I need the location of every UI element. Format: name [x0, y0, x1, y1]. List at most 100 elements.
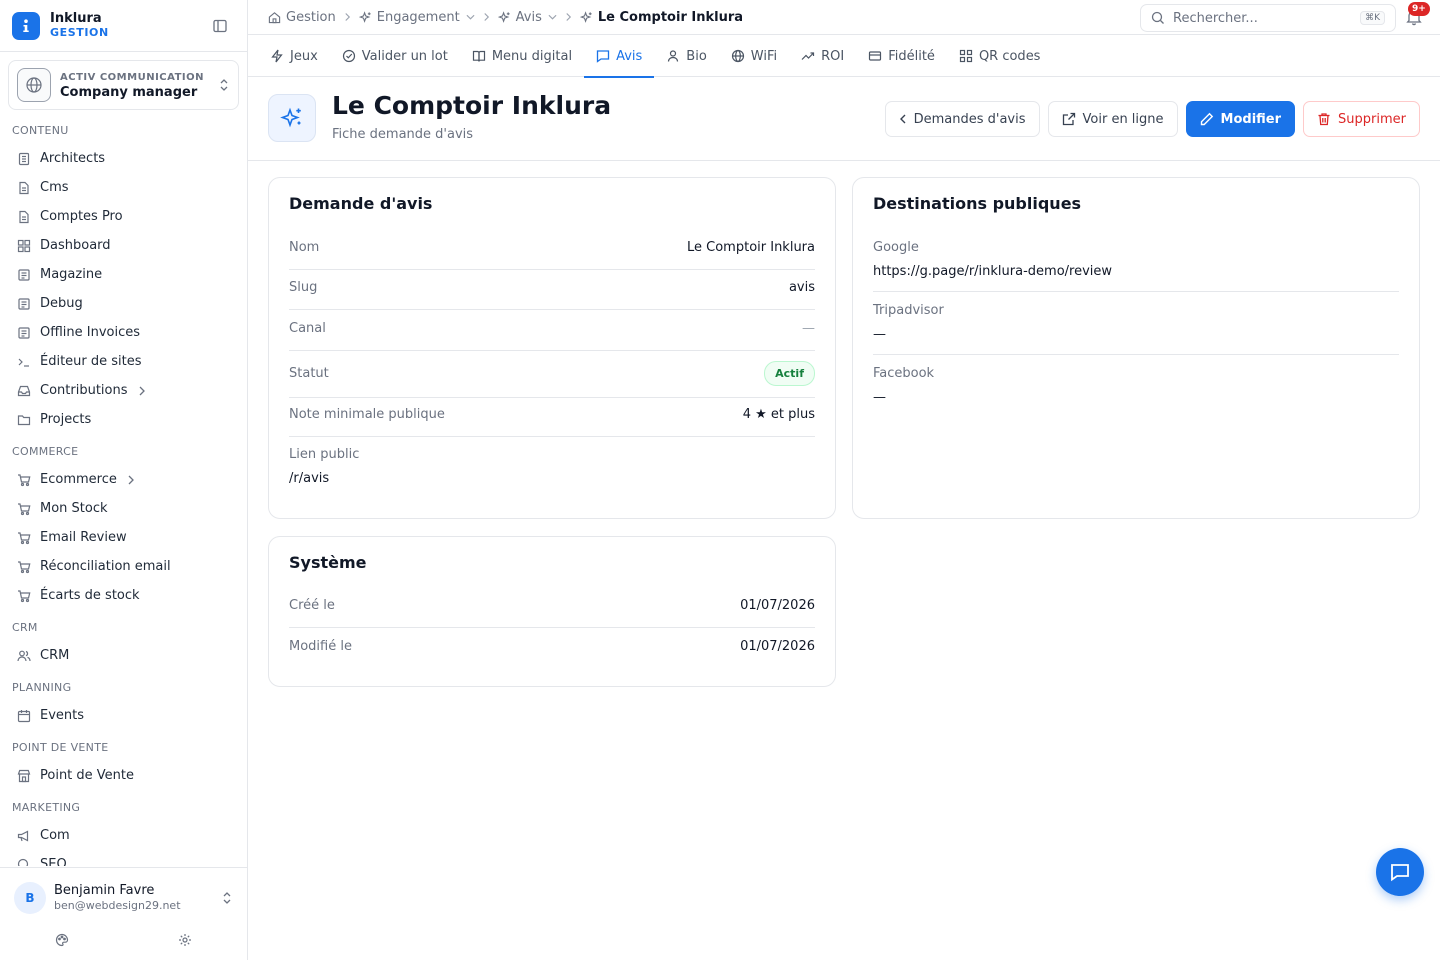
delete-button[interactable]: Supprimer: [1303, 101, 1420, 137]
sparkles-icon: [268, 94, 316, 142]
palette-icon[interactable]: [55, 933, 69, 947]
tab-valider-un-lot[interactable]: Valider un lot: [330, 35, 460, 77]
trending-up-icon: [801, 49, 815, 63]
tab-wifi[interactable]: WiFi: [719, 35, 789, 77]
back-button-label: Demandes d'avis: [913, 111, 1026, 127]
review-request-card: Demande d'avis Nom Le Comptoir Inklura S…: [268, 177, 836, 519]
nav-section-title: MARKETING: [12, 801, 81, 814]
book-open-icon: [472, 49, 486, 63]
sidebar-item-debug[interactable]: Debug: [0, 289, 247, 318]
page-subtitle: Fiche demande d'avis: [332, 127, 474, 142]
sidebar-item-label: Réconciliation email: [40, 559, 171, 574]
tab-label: Fidélité: [888, 48, 935, 64]
tab-bio[interactable]: Bio: [654, 35, 718, 77]
tab-avis[interactable]: Avis: [584, 35, 655, 78]
pencil-icon: [1200, 112, 1214, 126]
building-icon: [16, 151, 32, 167]
sidebar-item-label: Ecommerce: [40, 472, 117, 487]
edit-button[interactable]: Modifier: [1185, 101, 1296, 137]
globe-icon: [17, 68, 51, 102]
newspaper-icon: [16, 296, 32, 312]
sidebar-item-events[interactable]: Events: [0, 701, 247, 730]
newspaper-icon: [16, 267, 32, 283]
user-name: Benjamin Favre: [54, 882, 155, 898]
detail-row-channel: Canal —: [289, 321, 815, 336]
calendar-icon: [16, 708, 32, 724]
sidebar-item-label: Events: [40, 708, 85, 723]
tab-jeux[interactable]: Jeux: [258, 35, 330, 77]
sidebar-item-seo[interactable]: SEO: [0, 850, 247, 866]
org-subtitle: ACTIV COMMUNICATION: [60, 72, 205, 83]
org-switcher[interactable]: ACTIV COMMUNICATION Company manager: [8, 60, 239, 110]
sidebar-item-ecommerce[interactable]: Ecommerce: [0, 465, 247, 494]
tab-roi[interactable]: ROI: [789, 35, 856, 77]
search-box[interactable]: ⌘K: [1140, 4, 1396, 32]
destination-value-tripadvisor: —: [873, 327, 886, 342]
sidebar-item-comptes-pro[interactable]: Comptes Pro: [0, 202, 247, 231]
tab-label: Menu digital: [491, 48, 573, 64]
message-square-icon: [596, 49, 610, 63]
user-icon: [666, 49, 680, 63]
chevron-updown-icon: [221, 891, 233, 905]
tab-label: QR codes: [978, 48, 1041, 64]
row-value: avis: [788, 280, 815, 295]
divider: [289, 350, 815, 351]
sidebar-item-ecarts-de-stock[interactable]: Écarts de stock: [0, 581, 247, 610]
detail-row-name: Nom Le Comptoir Inklura: [289, 240, 815, 255]
topbar: Gestion Engagement Avis Le Comptoir Inkl…: [248, 0, 1440, 35]
sidebar-item-magazine[interactable]: Magazine: [0, 260, 247, 289]
breadcrumb-avis[interactable]: Avis: [497, 10, 557, 25]
view-online-button[interactable]: Voir en ligne: [1047, 101, 1178, 137]
users-icon: [16, 648, 32, 664]
sidebar-item-reconciliation-email[interactable]: Réconciliation email: [0, 552, 247, 581]
tab-label: Avis: [616, 48, 643, 64]
row-label: Statut: [289, 365, 329, 381]
external-link-icon: [1062, 112, 1076, 126]
tab-label: Valider un lot: [361, 48, 448, 64]
sidebar-item-offline-invoices[interactable]: Offline Invoices: [0, 318, 247, 347]
breadcrumb-home[interactable]: Gestion: [268, 10, 336, 25]
file-icon: [16, 209, 32, 225]
qr-code-icon: [959, 49, 973, 63]
sidebar-item-cms[interactable]: Cms: [0, 173, 247, 202]
search-input[interactable]: [1173, 10, 1361, 26]
sidebar-item-crm[interactable]: CRM: [0, 641, 247, 670]
user-menu[interactable]: B Benjamin Favre ben@webdesign29.net: [0, 867, 247, 927]
divider: [289, 436, 815, 437]
tab-label: Jeux: [290, 48, 318, 64]
sidebar-item-com[interactable]: Com: [0, 821, 247, 850]
row-label: Slug: [289, 280, 318, 295]
sidebar-item-architects[interactable]: Architects: [0, 144, 247, 173]
newspaper-icon: [16, 325, 32, 341]
sidebar-item-email-review[interactable]: Email Review: [0, 523, 247, 552]
tab-fidelite[interactable]: Fidélité: [856, 35, 947, 77]
tab-qr-codes[interactable]: QR codes: [947, 35, 1053, 77]
sidebar-item-editeur-de-sites[interactable]: Éditeur de sites: [0, 347, 247, 376]
sidebar-item-contributions[interactable]: Contributions: [0, 376, 247, 405]
breadcrumb: Gestion Engagement Avis Le Comptoir Inkl…: [268, 8, 743, 26]
sidebar-item-dashboard[interactable]: Dashboard: [0, 231, 247, 260]
avatar: B: [14, 881, 46, 914]
sidebar-item-label: Magazine: [40, 267, 103, 282]
sidebar-item-mon-stock[interactable]: Mon Stock: [0, 494, 247, 523]
gear-icon[interactable]: [178, 933, 192, 947]
divider: [873, 354, 1399, 355]
row-value: Le Comptoir Inklura: [687, 240, 815, 255]
sidebar-item-label: Comptes Pro: [40, 209, 123, 224]
row-label: Nom: [289, 240, 320, 255]
breadcrumb-engagement[interactable]: Engagement: [358, 10, 475, 25]
back-button[interactable]: Demandes d'avis: [884, 101, 1040, 137]
sidebar-item-label: Offline Invoices: [40, 325, 141, 340]
card-title: Destinations publiques: [873, 194, 1082, 213]
chat-button[interactable]: [1376, 848, 1424, 896]
sidebar-item-point-de-vente[interactable]: Point de Vente: [0, 761, 247, 790]
tab-menu-digital[interactable]: Menu digital: [460, 35, 584, 77]
sidebar-footer: [0, 928, 247, 952]
sidebar-toggle-icon[interactable]: [212, 18, 228, 34]
sidebar-item-projects[interactable]: Projects: [0, 405, 247, 434]
divider: [289, 309, 815, 310]
brand[interactable]: Inklura GESTION: [12, 10, 236, 42]
user-email: ben@webdesign29.net: [54, 898, 181, 912]
nav-section-title: PLANNING: [12, 681, 72, 694]
sidebar-item-label: Com: [40, 828, 70, 843]
